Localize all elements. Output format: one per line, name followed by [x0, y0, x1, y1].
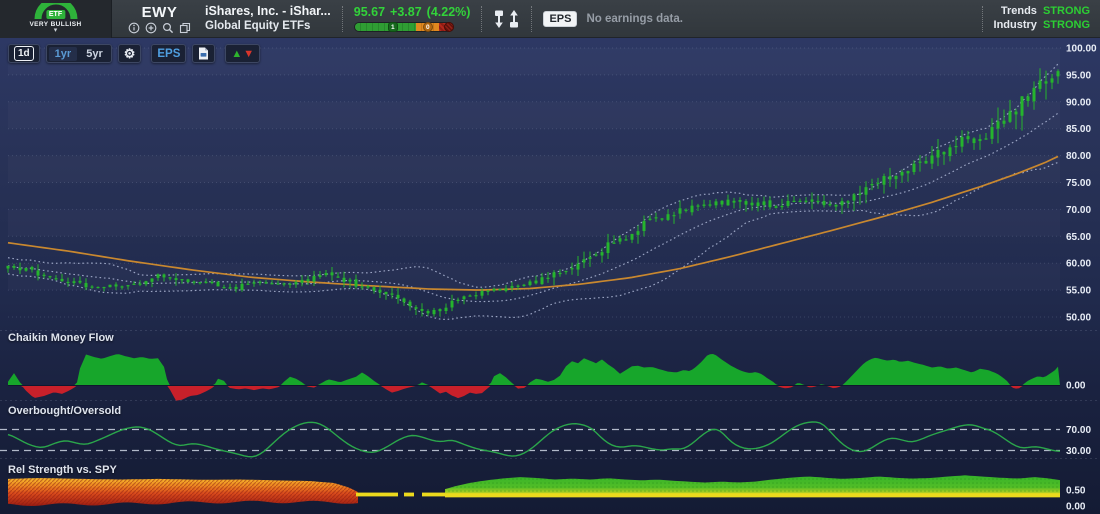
rating-badge[interactable]: ETF VERY BULLISH ▾ [0, 0, 112, 38]
money-flow-positive-area [8, 354, 1060, 386]
signals-toggle-button[interactable]: ▲ ▼ [225, 44, 260, 63]
copy-icon[interactable] [179, 22, 191, 34]
chart-toolbar: 1d 1yr 5yr ⚙ EPS ▲ ▼ [8, 44, 260, 63]
eps-toggle-button[interactable]: EPS [151, 44, 186, 63]
separator [982, 6, 983, 32]
chaikin-analytics-app: ETF VERY BULLISH ▾ EWY iShares, Inc. - i… [0, 0, 1100, 514]
gear-icon: ⚙ [124, 45, 136, 62]
price-chart-canvas[interactable]: 100.00 95.00 90.00 85.00 80.00 75.00 70.00 65.0… [0, 38, 1100, 514]
separator [531, 6, 532, 32]
ticker-block: EWY [128, 4, 191, 34]
separator [481, 6, 482, 32]
security-name-block: iShares, Inc. - iShar... Global Equity E… [205, 4, 331, 33]
ticker-symbol: EWY [142, 4, 178, 21]
rel-strength-baseline-segment [356, 493, 398, 497]
y-axis-label: 70.00 [1066, 425, 1091, 436]
rel-strength-baseline-segment [404, 493, 414, 497]
y-axis-label: 0.00 [1066, 381, 1086, 392]
eps-badge: EPS [543, 11, 577, 27]
rel-strength-baseline-segment [422, 493, 445, 497]
security-category: Global Equity ETFs [205, 19, 331, 33]
security-name: iShares, Inc. - iShar... [205, 4, 331, 18]
y-axis-label: 95.00 [1066, 70, 1091, 81]
y-axis-label: 85.00 [1066, 124, 1091, 135]
eps-status: EPS No earnings data. [543, 11, 683, 27]
gauge-bullish-segment [355, 23, 416, 31]
y-axis-label: 75.00 [1066, 178, 1091, 189]
export-pdf-button[interactable] [192, 44, 215, 63]
money-flow-panel: 0.00 [8, 354, 1086, 401]
search-icon[interactable] [162, 22, 174, 34]
panel-title-rel-strength: Rel Strength vs. SPY [8, 464, 117, 476]
info-icon[interactable] [128, 22, 140, 34]
gauge-bear-marker [444, 22, 454, 32]
y-axis-label: 55.00 [1066, 286, 1091, 297]
range-toggle: 1yr 5yr [46, 44, 112, 63]
bollinger-band-line [8, 162, 1058, 319]
price-panel: 100.00 95.00 90.00 85.00 80.00 75.00 70.00 65.0… [7, 44, 1098, 324]
industry-value: STRONG [1043, 19, 1090, 32]
power-gauge-arc-icon: ETF [34, 3, 78, 20]
chart-settings-button[interactable]: ⚙ [118, 44, 142, 63]
eps-message: No earnings data. [586, 13, 683, 25]
caret-down-icon: ▾ [54, 28, 58, 34]
compare-arrows-icon[interactable] [493, 9, 520, 29]
last-price: 95.67 [354, 5, 385, 19]
panel-title-overbought-oversold: Overbought/Oversold [8, 405, 121, 417]
range-1yr-button[interactable]: 1yr [49, 47, 78, 61]
up-triangle-icon: ▲ [231, 48, 242, 60]
y-axis-label: 30.00 [1066, 446, 1091, 457]
chart-region: 100.00 95.00 90.00 85.00 80.00 75.00 70.00 65.0… [0, 38, 1100, 514]
y-axis-label: 0.00 [1066, 502, 1086, 513]
panel-title-money-flow: Chaikin Money Flow [8, 332, 114, 344]
price-change-pct: (4.22%) [427, 5, 471, 19]
overbought-oversold-panel: 70.00 30.00 [0, 422, 1091, 457]
etf-pill: ETF [46, 10, 65, 19]
gauge-neutral-marker: 0 [423, 22, 433, 32]
pdf-icon [198, 47, 209, 60]
y-axis-label: 50.00 [1066, 313, 1091, 324]
trends-block: Trends STRONG Industry STRONG [994, 5, 1090, 32]
add-icon[interactable] [145, 22, 157, 34]
oscillator-line [8, 422, 1060, 457]
rel-strength-panel: 0.50 0.00 [8, 475, 1086, 512]
y-axis-label: 65.00 [1066, 232, 1091, 243]
range-5yr-button[interactable]: 5yr [80, 47, 109, 61]
y-axis-label: 70.00 [1066, 205, 1091, 216]
y-axis-label: 0.50 [1066, 486, 1086, 497]
y-axis-label: 80.00 [1066, 151, 1091, 162]
gauge-bull-marker: 1 [388, 22, 398, 32]
trends-label: Trends [994, 5, 1037, 18]
y-axis-label: 100.00 [1066, 44, 1097, 55]
timeframe-1d-button[interactable]: 1d [8, 44, 40, 63]
ticker-actions [128, 22, 191, 34]
y-axis-label: 90.00 [1066, 97, 1091, 108]
top-bar: ETF VERY BULLISH ▾ EWY iShares, Inc. - i… [0, 0, 1100, 38]
down-triangle-icon: ▼ [243, 48, 254, 60]
money-flow-negative-area [8, 386, 1060, 401]
price-change: +3.87 [390, 5, 422, 19]
power-gauge-track [354, 22, 454, 32]
y-axis-label: 60.00 [1066, 259, 1091, 270]
trends-value: STRONG [1043, 5, 1090, 18]
price-block: 95.67 +3.87 (4.22%) 1 0 [354, 5, 471, 32]
power-gauge-bar[interactable]: 1 0 [354, 22, 454, 32]
industry-label: Industry [994, 19, 1037, 32]
separator [342, 6, 343, 32]
